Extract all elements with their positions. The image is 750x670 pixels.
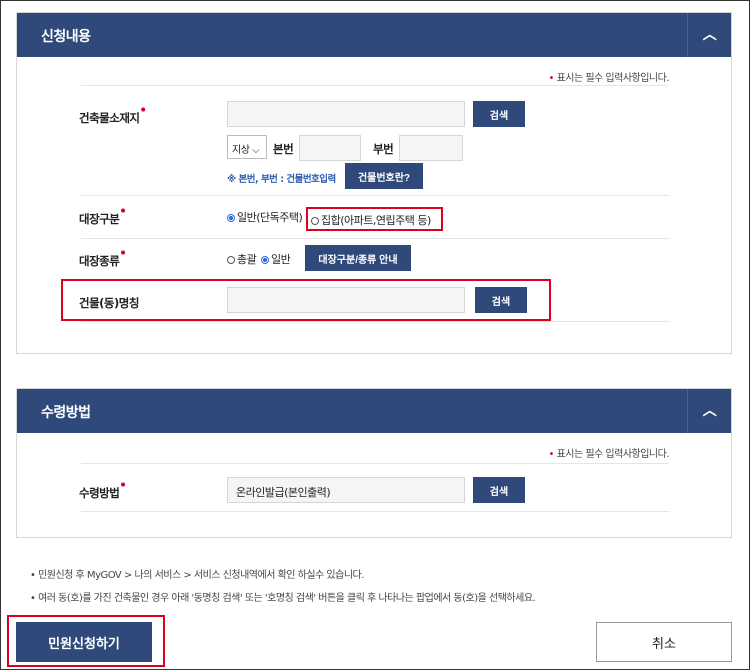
sub-no-input[interactable] [399,135,463,161]
divider [81,463,669,464]
notice-1: • 민원신청 후 MyGOV > 나의 서비스 > 서비스 신청내역에서 확인 … [30,570,364,581]
cancel-button[interactable]: 취소 [596,622,732,662]
divider [81,511,669,512]
receipt-search-button[interactable]: 검색 [473,477,525,503]
address-input[interactable] [227,101,465,127]
address-search-button[interactable]: 검색 [473,101,525,127]
kind-radio-general[interactable]: 일반 [261,251,291,267]
receipt-method-field[interactable]: 온라인발급(본인출력) [227,477,465,503]
main-no-label: 본번 [273,142,294,156]
divider [81,195,669,196]
register-kind-label: 대장종류• [79,246,127,268]
building-name-label: 건물(동)명칭 [79,296,139,310]
building-name-search-button[interactable]: 검색 [475,287,527,313]
divider [81,321,669,322]
section-header: 신청내용 ︿ [17,13,731,57]
building-no-help-button[interactable]: 건물번호란? [345,163,423,189]
building-name-input[interactable] [227,287,465,313]
register-type-label: 대장구분• [79,204,127,226]
required-note: • 표시는 필수 입력사항입니다. [548,73,669,84]
notice-2: • 여러 동(호)를 가진 건축물인 경우 아래 '동명칭 검색' 또는 '호명… [30,593,536,604]
collapse-icon[interactable]: ︿ [687,13,731,57]
section-title: 수령방법 [41,405,91,421]
required-note: • 표시는 필수 입력사항입니다. [548,449,669,460]
sub-no-label: 부번 [373,142,394,156]
application-panel: 신청내용 ︿ • 표시는 필수 입력사항입니다. 건축물소재지• 검색 지상 ⌵… [16,12,732,354]
section-header: 수령방법 ︿ [17,389,731,433]
submit-button[interactable]: 민원신청하기 [16,622,152,662]
receipt-label: 수령방법• [79,478,127,500]
type-radio-collective[interactable]: 집합(아파트,연립주택 등) [306,207,443,231]
collapse-icon[interactable]: ︿ [687,389,731,433]
type-radio-general[interactable]: 일반(단독주택) [227,209,303,225]
divider [81,85,669,86]
address-label: 건축물소재지• [79,103,147,125]
building-no-hint: ※ 본번, 부번 : 건물번호입력 [227,174,336,185]
receipt-panel: 수령방법 ︿ • 표시는 필수 입력사항입니다. 수령방법• 온라인발급(본인출… [16,388,732,538]
divider [81,238,669,239]
section-title: 신청내용 [41,29,91,45]
register-guide-button[interactable]: 대장구분/종류 안내 [305,245,411,271]
main-no-input[interactable] [299,135,361,161]
lot-type-select[interactable]: 지상 ⌵ [227,135,267,159]
kind-radio-total[interactable]: 총괄 [227,251,257,267]
